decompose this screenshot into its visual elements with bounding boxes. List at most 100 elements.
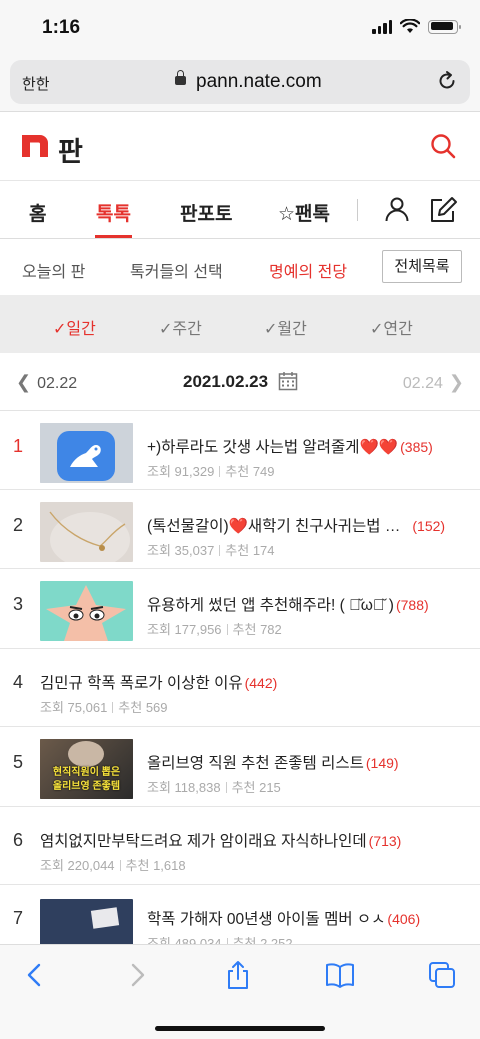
rank-number: 7 [13, 908, 24, 928]
recommend-count: 추천 569 [118, 700, 168, 715]
rank-number: 3 [13, 594, 24, 614]
all-list-button[interactable]: 전체목록 [382, 250, 462, 283]
search-icon[interactable] [428, 131, 458, 161]
view-count: 조회 118,838 [147, 780, 221, 795]
tabs-icon[interactable] [427, 960, 457, 990]
view-count: 조회 91,329 [147, 464, 215, 479]
comment-count: (385) [400, 439, 433, 455]
comment-count: (149) [365, 755, 399, 771]
post-title-line[interactable]: 올리브영 직원 추천 존좋템 리스트 (149) [147, 751, 399, 773]
post-meta: 조회 75,061 추천 569 [40, 697, 168, 716]
post-title-line[interactable]: (톡선물갈이)❤️새학기 친구사귀는법 … (152) [147, 514, 445, 536]
subtab-hall-of-fame[interactable]: 명예의 전당 [269, 258, 347, 282]
recommend-count: 추천 174 [225, 543, 275, 558]
blue-app-icon [40, 423, 133, 483]
list-item[interactable]: 2 (톡선물갈이)❤️새학기 친구사귀는법 … (152) 조회 35,037 추천… [0, 490, 480, 569]
comment-count: (713) [368, 833, 402, 849]
post-title-line[interactable]: 김민규 학폭 폭로가 이상한 이유 (442) [40, 671, 277, 693]
comment-count: (152) [412, 518, 446, 534]
next-date-link[interactable]: 02.24 ❯ [403, 372, 464, 393]
forward-icon[interactable] [122, 960, 152, 990]
cartoon-star [40, 581, 133, 641]
recommend-count: 추천 215 [231, 780, 281, 795]
browser-toolbar [0, 944, 480, 1039]
post-title: 학폭 가해자 00년생 아이돌 멤버 ㅇㅅ [147, 911, 386, 928]
wifi-icon [400, 19, 420, 33]
comment-count: (442) [244, 675, 278, 691]
previous-date-label: 02.22 [37, 375, 78, 392]
write-icon[interactable] [428, 195, 458, 225]
recommend-count: 추천 782 [232, 622, 282, 637]
post-title-line[interactable]: 염치없지만부탁드려요 제가 암이래요 자식하나인데 (713) [40, 829, 401, 851]
post-title-line[interactable]: 유용하게 썼던 앱 추천해주라! ( ･̆ω･̆ ) (788) [147, 593, 429, 615]
tab-toktok[interactable]: 톡톡 [96, 199, 131, 226]
status-bar: 1:16 [0, 0, 480, 56]
user-icon[interactable] [383, 195, 411, 223]
current-date: 2021.02.23 [183, 372, 269, 391]
subtab-today[interactable]: 오늘의 판 [22, 258, 85, 282]
tab-home[interactable]: 홈 [29, 199, 46, 226]
status-time: 1:16 [42, 17, 81, 38]
lock-icon [175, 70, 186, 85]
post-title: +)하루라도 갓생 사는법 알려줄게❤️❤️ [147, 439, 399, 456]
calendar-icon[interactable] [278, 371, 298, 391]
tab-divider [357, 199, 358, 221]
list-item[interactable]: 5 현직직원이 뽑은 올리브영 존좋템 올리브영 직원 추천 존좋템 리스트 (1… [0, 727, 480, 807]
period-monthly[interactable]: ✓월간 [264, 315, 307, 339]
chevron-right-icon: ❯ [448, 372, 464, 392]
post-title: 올리브영 직원 추천 존좋템 리스트 [147, 755, 364, 772]
post-title: 김민규 학폭 폭로가 이상한 이유 [40, 675, 243, 692]
site-logo-text[interactable]: 판 [58, 130, 83, 169]
post-title: 염치없지만부탁드려요 제가 암이래요 자식하나인데 [40, 833, 367, 850]
subtab-talkers-choice[interactable]: 톡커들의 선택 [130, 258, 223, 282]
post-title: 유용하게 썼던 앱 추천해주라! ( ･̆ω･̆ ) [147, 597, 394, 614]
post-meta: 조회 91,329 추천 749 [147, 461, 275, 480]
post-title-line[interactable]: +)하루라도 갓생 사는법 알려줄게❤️❤️ (385) [147, 435, 433, 457]
period-daily[interactable]: ✓일간 [53, 315, 96, 339]
post-meta: 조회 220,044 추천 1,618 [40, 855, 186, 874]
nate-logo-icon[interactable] [22, 135, 48, 157]
active-tab-indicator [95, 235, 132, 238]
view-count: 조회 177,956 [147, 622, 222, 637]
rank-number: 6 [13, 830, 24, 850]
period-weekly[interactable]: ✓주간 [159, 315, 202, 339]
post-thumbnail[interactable] [40, 423, 133, 483]
rank-number: 2 [13, 515, 24, 535]
back-icon[interactable] [20, 960, 50, 990]
rank-number: 1 [13, 436, 24, 456]
list-item[interactable]: 6 염치없지만부탁드려요 제가 암이래요 자식하나인데 (713) 조회 220,… [0, 807, 480, 885]
thumb-caption-2: 올리브영 존좋템 [52, 781, 121, 792]
list-item[interactable]: 1 +)하루라도 갓생 사는법 알려줄게❤️❤️ (385) 조회 91,329 추… [0, 411, 480, 490]
post-thumbnail[interactable]: 현직직원이 뽑은 올리브영 존좋템 [40, 739, 133, 799]
bookmarks-icon[interactable] [325, 960, 355, 990]
period-yearly[interactable]: ✓연간 [370, 315, 413, 339]
tab-fan-talk[interactable]: ☆팬톡 [278, 199, 330, 226]
recommend-count: 추천 749 [225, 464, 275, 479]
tab-pan-photo[interactable]: 판포토 [180, 199, 232, 226]
view-count: 조회 35,037 [147, 543, 215, 558]
view-count: 조회 75,061 [40, 700, 108, 715]
reload-icon[interactable] [436, 70, 458, 92]
rank-number: 4 [13, 672, 24, 692]
next-date-label: 02.24 [402, 375, 443, 392]
status-icons [372, 19, 461, 34]
comment-count: (406) [387, 911, 421, 927]
address-bar[interactable]: 한한 pann.nate.com [10, 60, 470, 104]
main-tabs: 홈 톡톡 판포토 ☆팬톡 [0, 181, 480, 239]
recommend-count: 추천 1,618 [125, 858, 186, 873]
sub-tabs: 오늘의 판 톡커들의 선택 명예의 전당 전체목록 [0, 239, 480, 295]
thumb-caption-1: 현직직원이 뽑은 [52, 767, 121, 778]
previous-date-link[interactable]: ❮ 02.22 [16, 372, 77, 393]
post-meta: 조회 118,838 추천 215 [147, 777, 281, 796]
list-item[interactable]: 3 유용하게 썼던 앱 추천해주라! ( ･̆ω･̆ ) (788) 조회 177… [0, 569, 480, 649]
post-title-line[interactable]: 학폭 가해자 00년생 아이돌 멤버 ㅇㅅ (406) [147, 907, 420, 929]
post-meta: 조회 177,956 추천 782 [147, 619, 282, 638]
period-filter: ✓일간 ✓주간 ✓월간 ✓연간 [0, 295, 480, 353]
post-thumbnail[interactable] [40, 502, 133, 562]
share-icon[interactable] [223, 960, 253, 990]
post-thumbnail[interactable] [40, 581, 133, 641]
url-domain[interactable]: pann.nate.com [196, 71, 322, 93]
rank-number: 5 [13, 752, 24, 772]
reader-options-button[interactable]: 한한 [22, 73, 50, 94]
list-item[interactable]: 4 김민규 학폭 폭로가 이상한 이유 (442) 조회 75,061 추천 569 [0, 649, 480, 727]
